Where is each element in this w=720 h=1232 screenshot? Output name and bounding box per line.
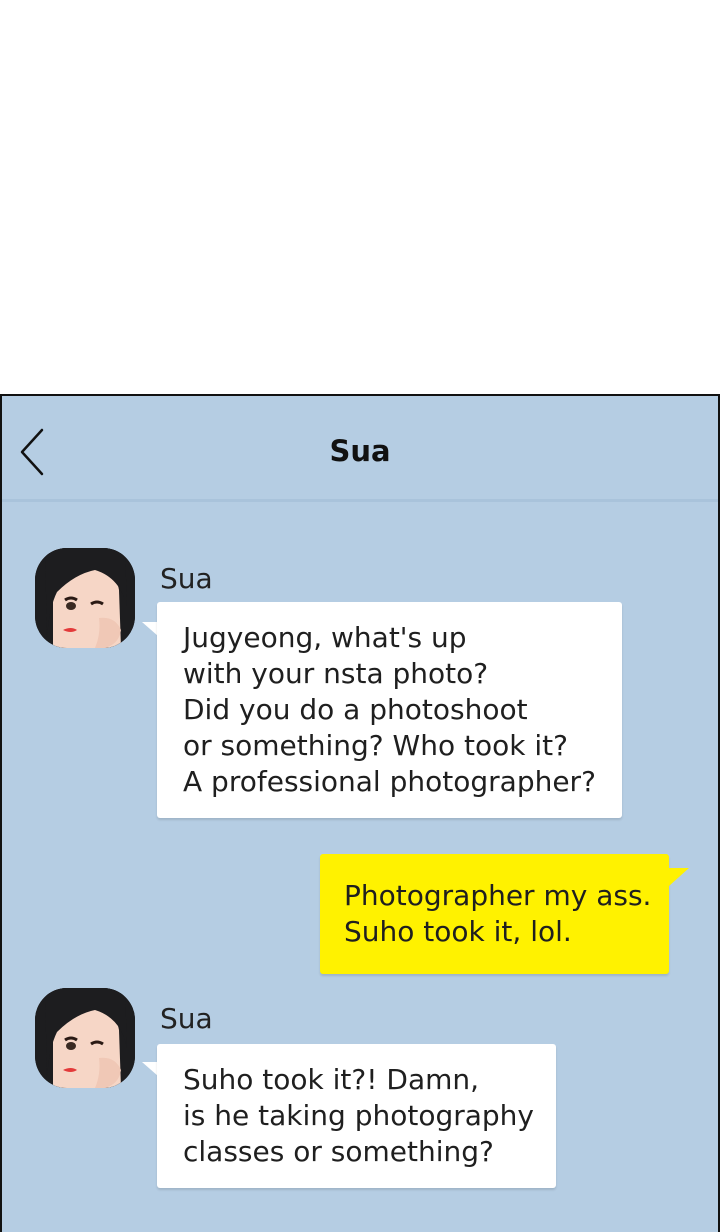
message-line: with your nsta photo? bbox=[183, 657, 489, 690]
bubble-tail bbox=[142, 1062, 158, 1076]
chat-title: Sua bbox=[329, 434, 391, 468]
message-line: Jugyeong, what's up bbox=[183, 621, 467, 654]
message-line: Photographer my ass. bbox=[344, 879, 652, 912]
avatar[interactable] bbox=[35, 988, 135, 1088]
message-line: classes or something? bbox=[183, 1135, 494, 1168]
chat-header: Sua bbox=[2, 396, 718, 502]
sender-name: Sua bbox=[160, 1002, 213, 1035]
blank-panel-space bbox=[0, 0, 720, 394]
message-line: Suho took it, lol. bbox=[344, 915, 572, 948]
message-line: Did you do a photoshoot bbox=[183, 693, 528, 726]
avatar[interactable] bbox=[35, 548, 135, 648]
bubble-tail bbox=[669, 868, 689, 886]
message-line: A professional photographer? bbox=[183, 765, 596, 798]
sender-name: Sua bbox=[160, 562, 213, 595]
message-line: or something? Who took it? bbox=[183, 729, 568, 762]
message-bubble-incoming[interactable]: Jugyeong, what's up with your nsta photo… bbox=[157, 602, 622, 818]
chat-screen: Sua Sua Jugyeong, what's up with your ns… bbox=[0, 394, 720, 1232]
message-line: is he taking photography bbox=[183, 1099, 534, 1132]
bubble-tail bbox=[142, 622, 158, 636]
message-bubble-outgoing[interactable]: Photographer my ass. Suho took it, lol. bbox=[320, 854, 669, 974]
message-line: Suho took it?! Damn, bbox=[183, 1063, 480, 1096]
message-bubble-incoming[interactable]: Suho took it?! Damn, is he taking photog… bbox=[157, 1044, 556, 1188]
